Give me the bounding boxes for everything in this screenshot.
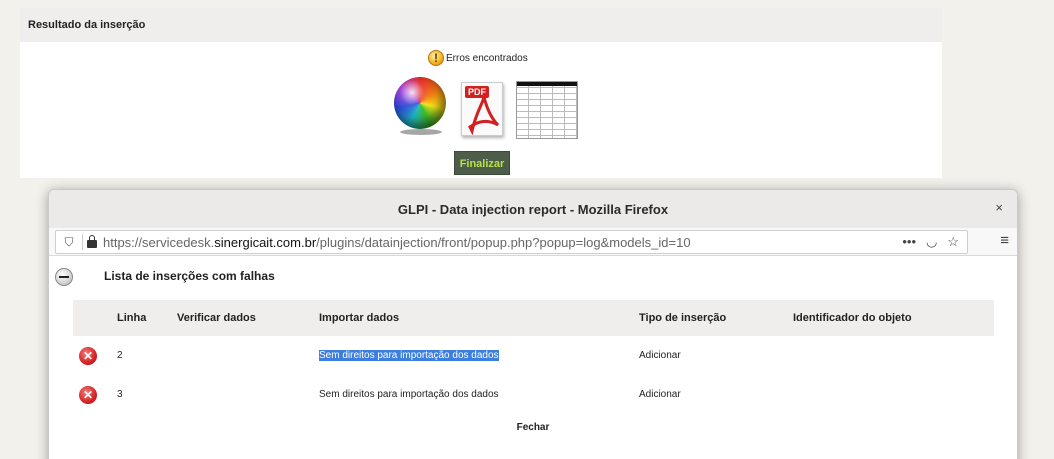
row-verify: [177, 336, 319, 375]
header-line: Linha: [117, 300, 177, 336]
url-prefix: https://servicedesk.: [103, 234, 215, 250]
row-identifier: [793, 375, 994, 414]
warning-icon: !: [428, 50, 444, 66]
injection-result-panel: Resultado da inserção ! Erros encontrado…: [20, 8, 942, 178]
row-status: ✕: [73, 375, 117, 414]
pdf-icon[interactable]: PDF: [461, 82, 503, 136]
failures-table: Linha Verificar dados Importar dados Tip…: [73, 300, 994, 414]
header-verify: Verificar dados: [177, 300, 319, 336]
row-import-text[interactable]: Sem direitos para importação dos dados: [319, 350, 499, 361]
url-actions: ••• ◡ ☆: [902, 234, 959, 250]
shield-icon[interactable]: ⛉: [60, 235, 78, 250]
url-path: /plugins/datainjection/front/popup.php?p…: [316, 234, 691, 250]
page-actions-icon[interactable]: •••: [902, 234, 916, 250]
url-bar[interactable]: ⛉ https://servicedesk. sinergicait.com.br…: [55, 230, 968, 254]
header-type: Tipo de inserção: [639, 300, 793, 336]
pocket-icon[interactable]: ◡: [926, 234, 937, 250]
ball-shadow: [400, 129, 442, 135]
header-import: Importar dados: [319, 300, 639, 336]
url-bar-row: ⛉ https://servicedesk. sinergicait.com.br…: [49, 228, 1017, 256]
finalize-button[interactable]: Finalizar: [454, 151, 510, 175]
row-line: 2: [117, 350, 123, 361]
window-title: GLPI - Data injection report - Mozilla F…: [397, 201, 669, 217]
close-button[interactable]: Fechar: [49, 422, 1017, 433]
window-titlebar: GLPI - Data injection report - Mozilla F…: [49, 190, 1017, 228]
bookmark-star-icon[interactable]: ☆: [947, 234, 959, 250]
spreadsheet-icon[interactable]: [516, 81, 578, 139]
row-verify: [177, 375, 319, 414]
table-header-row: Linha Verificar dados Importar dados Tip…: [73, 300, 994, 336]
row-identifier: [793, 336, 994, 375]
row-status: ✕: [73, 336, 117, 375]
table-row: ✕ 3 Sem direitos para importação dos dad…: [73, 375, 994, 414]
hamburger-menu-icon[interactable]: ≡: [1000, 232, 1009, 249]
row-type: Adicionar: [639, 350, 681, 361]
list-title: Lista de inserções com falhas: [104, 269, 275, 283]
collapse-icon[interactable]: [55, 268, 73, 286]
error-icon: ✕: [79, 385, 97, 404]
errors-status: ! Erros encontrados: [428, 48, 528, 68]
url-host: sinergicait.com.br: [214, 234, 317, 250]
row-import: Sem direitos para importação dos dados: [319, 375, 639, 414]
error-icon: ✕: [79, 346, 97, 365]
panel-header: Resultado da inserção: [20, 8, 942, 42]
row-line: 3: [117, 389, 123, 400]
separator: [82, 234, 83, 250]
close-icon[interactable]: ×: [995, 200, 1003, 215]
report-body: Lista de inserções com falhas Linha Veri…: [49, 258, 1017, 433]
lock-icon[interactable]: [87, 235, 97, 248]
firefox-popup-window: GLPI - Data injection report - Mozilla F…: [48, 189, 1018, 459]
table-row: ✕ 2 Sem direitos para importação dos dad…: [73, 336, 994, 375]
row-type: Adicionar: [639, 389, 681, 400]
color-ball-icon[interactable]: [394, 77, 446, 129]
row-import: Sem direitos para importação dos dados: [319, 336, 639, 375]
header-icon-col: [73, 300, 117, 336]
errors-text: Erros encontrados: [446, 52, 528, 64]
list-header: Lista de inserções com falhas: [49, 258, 1017, 294]
row-import-text[interactable]: Sem direitos para importação dos dados: [319, 389, 499, 400]
header-identifier: Identificador do objeto: [793, 300, 994, 336]
